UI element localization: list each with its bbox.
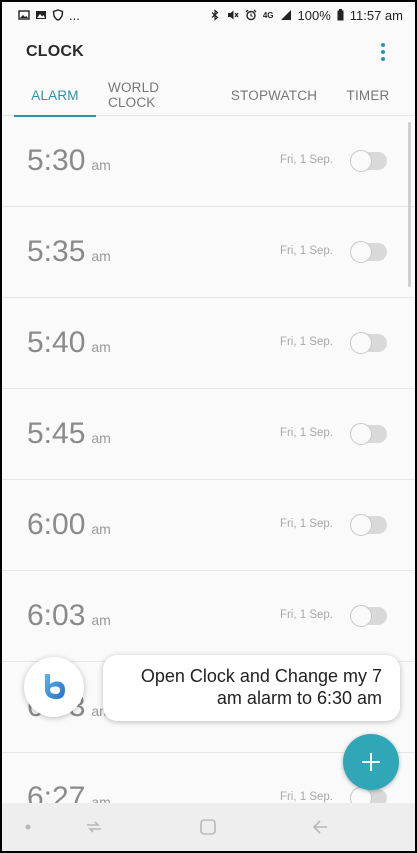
battery-icon (337, 9, 344, 21)
bixby-icon (37, 670, 71, 704)
signal-icon (280, 9, 292, 21)
home-icon[interactable] (196, 815, 220, 839)
alarm-ampm: am (91, 248, 111, 264)
alarm-toggle[interactable] (350, 514, 387, 536)
alarm-time: 5:45 am (27, 417, 111, 450)
tab-stopwatch[interactable]: STOPWATCH (228, 80, 320, 116)
alarm-date: Fri, 1 Sep. (279, 791, 333, 803)
more-options-icon[interactable] (373, 40, 393, 64)
screen: ... 4G 100% 11:57 am CLOCK ALARM WORLD C… (2, 2, 415, 851)
alarm-date: Fri, 1 Sep. (279, 336, 333, 348)
alarm-row[interactable]: 5:45 am Fri, 1 Sep. (2, 389, 415, 480)
image-icon (35, 9, 47, 21)
alarm-ampm: am (91, 430, 111, 446)
alarm-time: 5:35 am (27, 235, 111, 268)
alarm-ampm: am (91, 157, 111, 173)
alarm-toggle[interactable] (350, 605, 387, 627)
alarm-ampm: am (91, 612, 111, 628)
page-title: CLOCK (26, 43, 84, 60)
alarm-time: 5:30 am (27, 144, 111, 177)
status-time: 11:57 am (349, 7, 403, 23)
tab-world-clock[interactable]: WORLD CLOCK (108, 80, 208, 116)
alarm-ampm: am (91, 339, 111, 355)
tab-alarm[interactable]: ALARM (14, 80, 96, 117)
alarm-time: 5:40 am (27, 326, 111, 359)
tab-timer[interactable]: TIMER (338, 80, 398, 116)
alarm-toggle[interactable] (350, 150, 387, 172)
alarm-toggle[interactable] (350, 241, 387, 263)
status-bar: ... 4G 100% 11:57 am (2, 2, 415, 28)
alarm-date: Fri, 1 Sep. (279, 518, 333, 530)
bluetooth-icon (209, 9, 221, 21)
lte-icon: 4G (262, 10, 274, 20)
shield-icon (52, 9, 64, 21)
alarm-date: Fri, 1 Sep. (279, 609, 333, 621)
alarm-toggle[interactable] (350, 787, 387, 804)
alarm-row[interactable]: 5:35 am Fri, 1 Sep. (2, 207, 415, 298)
bixby-button[interactable] (24, 657, 84, 717)
alarm-row[interactable]: 6:00 am Fri, 1 Sep. (2, 480, 415, 571)
gallery-icon (18, 9, 30, 21)
alarm-date: Fri, 1 Sep. (279, 427, 333, 439)
mute-icon (227, 9, 239, 21)
alarm-row[interactable]: 5:40 am Fri, 1 Sep. (2, 298, 415, 389)
plus-icon (360, 751, 382, 773)
navigation-bar (2, 803, 415, 851)
alarm-toggle[interactable] (350, 332, 387, 354)
alarm-toggle[interactable] (350, 423, 387, 445)
battery-percent: 100% (297, 7, 331, 23)
status-dots: ... (69, 7, 80, 23)
scrollbar[interactable] (408, 122, 411, 287)
alarm-date: Fri, 1 Sep. (279, 245, 333, 257)
tab-bar: ALARM WORLD CLOCK STOPWATCH TIMER (2, 80, 415, 117)
alarm-row[interactable]: 6:03 am Fri, 1 Sep. (2, 571, 415, 662)
back-icon[interactable] (308, 815, 332, 839)
nav-dot-icon[interactable] (16, 815, 40, 839)
alarm-time: 6:03am (27, 599, 111, 632)
alarm-date: Fri, 1 Sep. (279, 154, 333, 166)
alarm-icon (245, 9, 257, 21)
app-bar: CLOCK (2, 28, 415, 76)
alarm-row[interactable]: 5:30 am Fri, 1 Sep. (2, 116, 415, 207)
alarm-time: 6:00 am (27, 508, 111, 541)
recent-apps-icon[interactable] (82, 815, 106, 839)
add-alarm-button[interactable] (343, 734, 399, 790)
bixby-message: Open Clock and Change my 7 am alarm to 6… (103, 655, 400, 721)
alarm-time: 6:27 am (27, 781, 111, 804)
alarm-ampm: am (91, 521, 111, 537)
